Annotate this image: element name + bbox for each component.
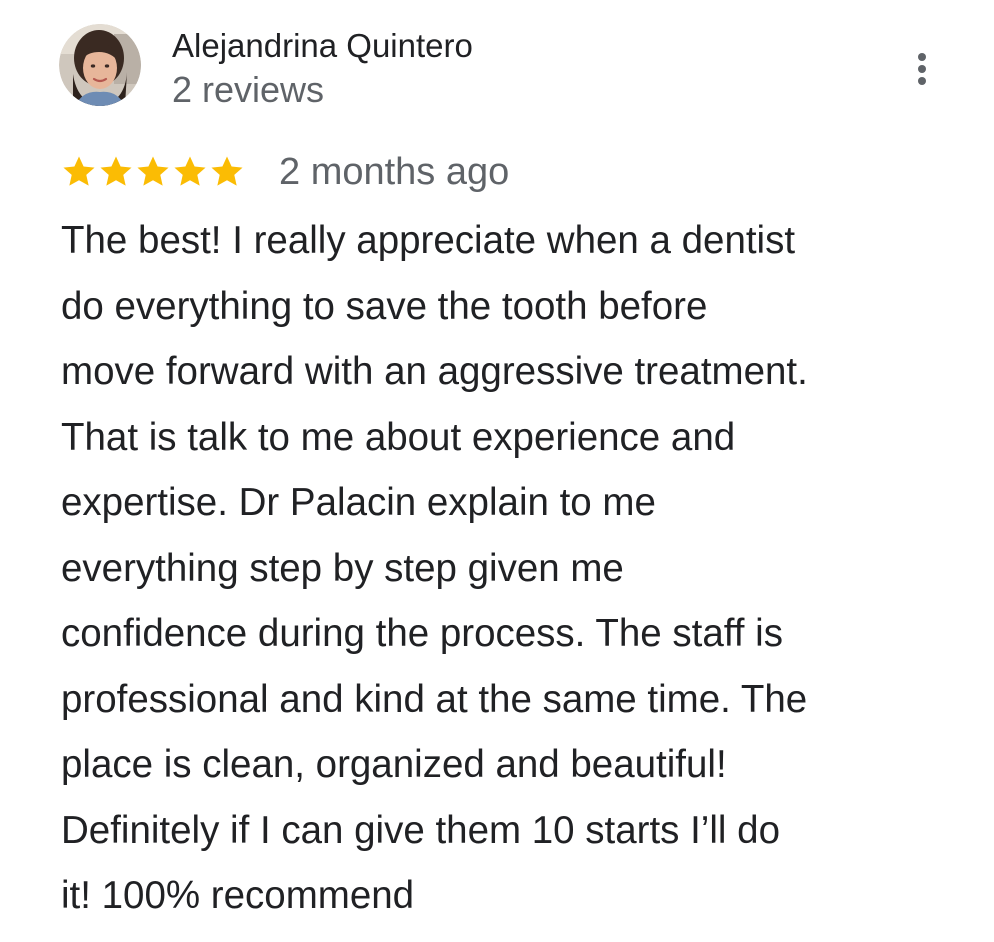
star-icon bbox=[97, 153, 135, 191]
avatar-photo bbox=[59, 24, 141, 106]
review-text-line: The best! I really appreciate when a den… bbox=[61, 219, 796, 262]
review-date: 2 months ago bbox=[279, 151, 510, 193]
review-text-line: everything step by step given me bbox=[61, 546, 624, 590]
review-text-line: place is clean, organized and beautiful! bbox=[61, 743, 727, 786]
author-name[interactable]: Alejandrina Quintero bbox=[172, 26, 473, 66]
star-icon bbox=[208, 153, 246, 191]
author-reviews-count[interactable]: 2 reviews bbox=[172, 68, 324, 112]
more-options-button[interactable] bbox=[905, 46, 939, 92]
review-text-line: do everything to save the tooth before bbox=[61, 284, 708, 328]
review-text-line: confidence during the process. The staff… bbox=[61, 612, 783, 655]
review-text-line: That is talk to me about experience and bbox=[61, 415, 736, 459]
review-text-line: Definitely if I can give them 10 starts … bbox=[61, 808, 780, 852]
review-text-line: expertise. Dr Palacin explain to me bbox=[61, 481, 656, 524]
rating-row: 2 months ago bbox=[60, 148, 509, 196]
avatar[interactable] bbox=[59, 24, 141, 106]
review-text-line: move forward with an aggressive treatmen… bbox=[61, 350, 808, 393]
review-text-line: professional and kind at the same time. … bbox=[61, 677, 808, 721]
star-icon bbox=[60, 153, 98, 191]
review-text: The best! I really appreciate when a den… bbox=[61, 208, 961, 929]
review-text-line: it! 100% recommend bbox=[61, 874, 415, 917]
star-rating bbox=[60, 148, 245, 196]
star-icon bbox=[134, 153, 172, 191]
star-icon bbox=[171, 153, 209, 191]
